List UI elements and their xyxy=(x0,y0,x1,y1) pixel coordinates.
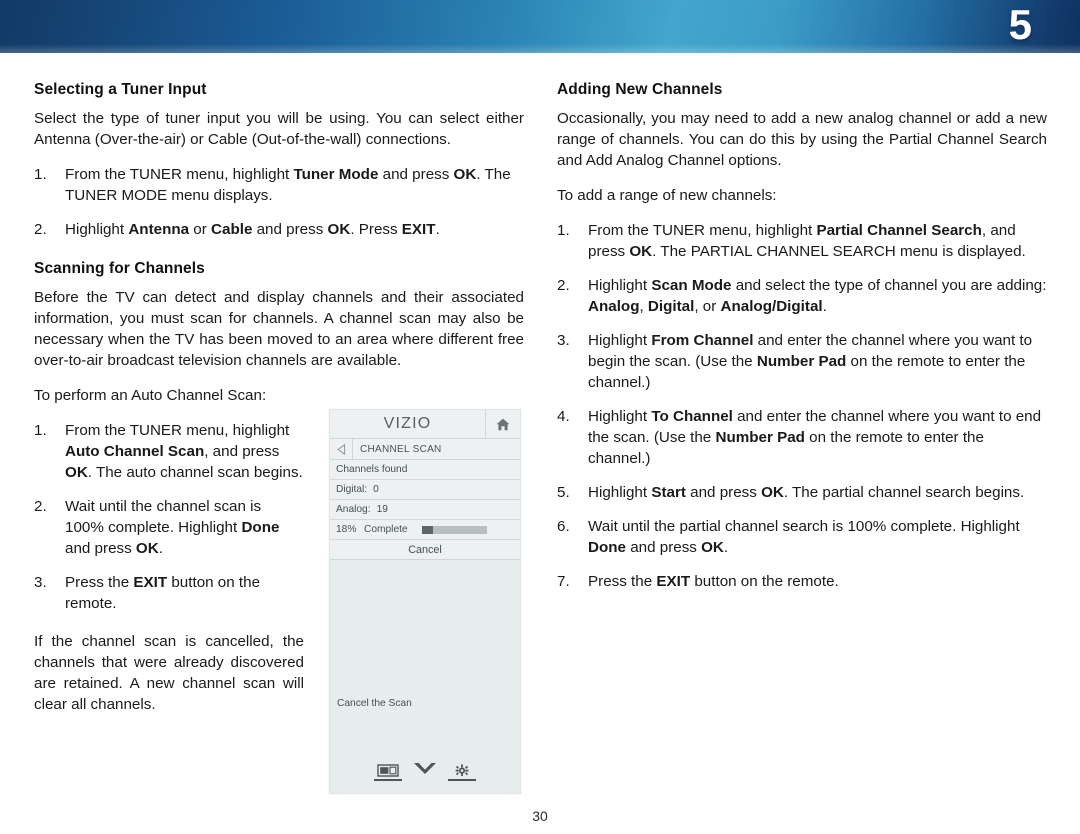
paragraph-scan-cancelled-note: If the channel scan is cancelled, the ch… xyxy=(34,633,304,713)
list-item-text: From the TUNER menu, highlight Auto Chan… xyxy=(65,422,303,481)
list-marker: 2. xyxy=(34,498,47,515)
list-item: 7. Press the EXIT button on the remote. xyxy=(557,571,1047,592)
vizio-logo: VIZIO xyxy=(330,410,486,438)
list-item-text: From the TUNER menu, highlight Tuner Mod… xyxy=(65,166,511,204)
list-item-text: Highlight Start and press OK. The partia… xyxy=(588,484,1025,501)
gear-icon-underline xyxy=(448,779,476,781)
list-marker: 2. xyxy=(34,221,47,238)
list-marker: 3. xyxy=(557,332,570,349)
list-item: 2. Highlight Antenna or Cable and press … xyxy=(34,219,524,240)
list-item: 3. Highlight From Channel and enter the … xyxy=(557,330,1047,393)
list-marker: 1. xyxy=(34,166,47,183)
list-item-text: Highlight To Channel and enter the chann… xyxy=(588,408,1042,467)
progress-bar xyxy=(421,525,487,534)
paragraph-add-range-lead-in: To add a range of new channels: xyxy=(557,187,777,204)
list-item-text: Highlight Antenna or Cable and press OK.… xyxy=(65,221,440,238)
osd-footer-icons xyxy=(330,762,520,781)
list-item: 1. From the TUNER menu, highlight Tuner … xyxy=(34,164,524,206)
row-value: 0 xyxy=(373,484,379,495)
list-item: 2. Highlight Scan Mode and select the ty… xyxy=(557,275,1047,317)
heading-adding-new-channels: Adding New Channels xyxy=(557,81,723,98)
osd-row-analog: Analog: 19 xyxy=(330,500,520,520)
steps-partial-channel-search: 1. From the TUNER menu, highlight Partia… xyxy=(557,220,1047,592)
list-item-text: Press the EXIT button on the remote. xyxy=(588,573,839,590)
list-item-text: Wait until the channel scan is 100% comp… xyxy=(65,498,280,557)
list-item: 2. Wait until the channel scan is 100% c… xyxy=(34,496,304,559)
list-item-text: Wait until the partial channel search is… xyxy=(588,518,1020,556)
progress-percent-label: 18% xyxy=(336,524,357,535)
heading-scanning-for-channels: Scanning for Channels xyxy=(34,260,205,277)
list-item: 5. Highlight Start and press OK. The par… xyxy=(557,482,1047,503)
list-item: 4. Highlight To Channel and enter the ch… xyxy=(557,406,1047,469)
list-item-text: From the TUNER menu, highlight Partial C… xyxy=(588,222,1026,260)
steps-selecting-tuner-input: 1. From the TUNER menu, highlight Tuner … xyxy=(34,164,524,240)
row-label: Channels found xyxy=(336,464,408,475)
back-arrow-icon[interactable] xyxy=(330,439,353,459)
osd-cancel-button[interactable]: Cancel xyxy=(330,540,520,560)
list-item-text: Press the EXIT button on the remote. xyxy=(65,574,261,612)
row-label: Analog: xyxy=(336,504,371,515)
gear-icon[interactable] xyxy=(448,764,476,781)
paragraph-auto-scan-lead-in: To perform an Auto Channel Scan: xyxy=(34,387,267,404)
osd-breadcrumb: CHANNEL SCAN xyxy=(330,439,520,460)
list-marker: 3. xyxy=(34,574,47,591)
page-number: 30 xyxy=(532,808,548,824)
list-marker: 4. xyxy=(557,408,570,425)
progress-status-label: Complete xyxy=(364,524,408,535)
osd-hint-text: Cancel the Scan xyxy=(337,698,412,709)
list-marker: 1. xyxy=(557,222,570,239)
osd-progress-row: 18% Complete xyxy=(330,520,520,540)
list-marker: 1. xyxy=(34,422,47,439)
osd-row-channels-found: Channels found xyxy=(330,460,520,480)
chapter-number: 5 xyxy=(1008,1,1032,48)
banner-gloss xyxy=(0,44,1080,53)
page-content: Selecting a Tuner Input Select the type … xyxy=(0,53,1080,834)
paragraph-adding-channels-intro: Occasionally, you may need to add a new … xyxy=(557,110,1047,169)
breadcrumb-label: CHANNEL SCAN xyxy=(360,443,442,455)
home-icon[interactable] xyxy=(486,410,520,438)
list-marker: 7. xyxy=(557,573,570,590)
list-item: 6. Wait until the partial channel search… xyxy=(557,516,1047,558)
picture-icon-underline xyxy=(374,779,402,781)
list-item-text: Highlight From Channel and enter the cha… xyxy=(588,332,1033,391)
list-marker: 5. xyxy=(557,484,570,501)
paragraph-scanning-intro: Before the TV can detect and display cha… xyxy=(34,289,524,369)
tv-osd-screenshot: VIZIO CHANNEL SCAN Channels found Digita… xyxy=(329,409,521,794)
progress-bar-fill xyxy=(421,525,434,534)
list-marker: 2. xyxy=(557,277,570,294)
paragraph-tuner-input-intro: Select the type of tuner input you will … xyxy=(34,110,524,148)
right-column: Adding New Channels Occasionally, you ma… xyxy=(557,81,1047,606)
osd-row-digital: Digital: 0 xyxy=(330,480,520,500)
chevron-icon-underline xyxy=(411,779,439,781)
list-item: 1. From the TUNER menu, highlight Auto C… xyxy=(34,420,304,483)
list-item: 1. From the TUNER menu, highlight Partia… xyxy=(557,220,1047,262)
list-item-text: Highlight Scan Mode and select the type … xyxy=(588,277,1047,315)
row-value: 19 xyxy=(376,504,388,515)
osd-topbar: VIZIO xyxy=(330,410,520,439)
page-header-banner: 5 xyxy=(0,0,1080,53)
list-item: 3. Press the EXIT button on the remote. xyxy=(34,572,304,614)
heading-selecting-a-tuner-input: Selecting a Tuner Input xyxy=(34,81,207,98)
picture-icon[interactable] xyxy=(374,764,402,781)
row-label: Digital: xyxy=(336,484,368,495)
steps-auto-channel-scan: 1. From the TUNER menu, highlight Auto C… xyxy=(34,420,304,614)
chevron-down-icon[interactable] xyxy=(411,762,439,781)
list-marker: 6. xyxy=(557,518,570,535)
